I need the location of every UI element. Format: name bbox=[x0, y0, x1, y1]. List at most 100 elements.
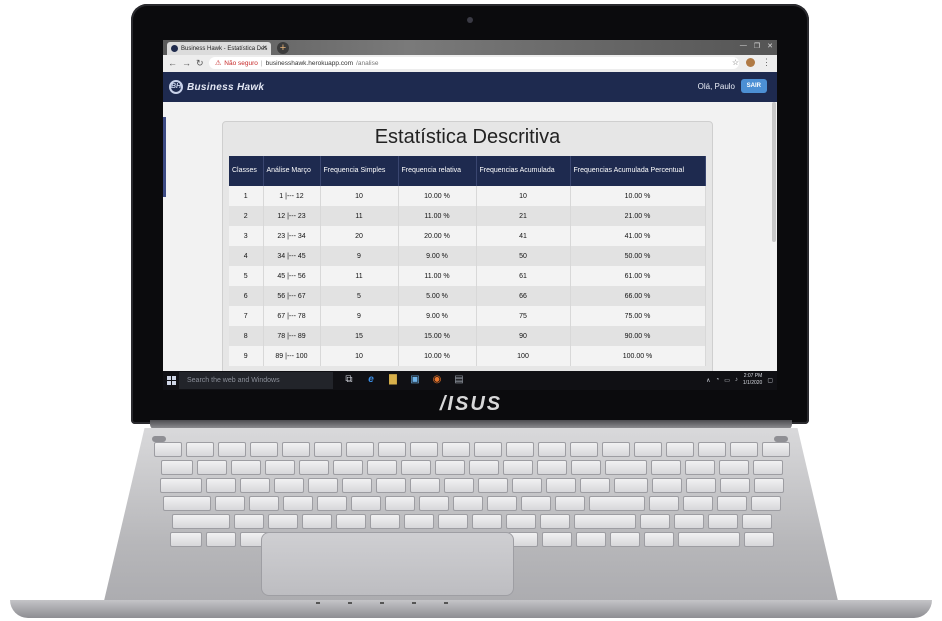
table-cell: 11.00 % bbox=[398, 266, 477, 286]
side-collapse-handle[interactable] bbox=[163, 117, 166, 197]
clock-time: 2:07 PM bbox=[743, 373, 763, 379]
forward-icon[interactable]: → bbox=[182, 58, 191, 68]
table-cell: 10 bbox=[476, 186, 571, 206]
table-cell: 21 bbox=[476, 206, 571, 226]
column-header: Frequencia relativa bbox=[398, 156, 477, 186]
table-cell: 100 bbox=[476, 346, 571, 366]
table-cell: 9.00 % bbox=[398, 246, 477, 266]
volume-icon[interactable]: ♪ bbox=[735, 377, 738, 383]
table-cell: 5 bbox=[320, 286, 399, 306]
table-cell: 6 bbox=[229, 286, 264, 306]
tray-up-arrow-icon[interactable]: ∧ bbox=[706, 377, 710, 384]
address-host: businesshawk.herokuapp.com bbox=[265, 59, 354, 67]
table-cell: 10.00 % bbox=[398, 346, 477, 366]
table-cell: 67 |--- 78 bbox=[263, 306, 321, 326]
user-greeting: Olá, Paulo bbox=[697, 82, 735, 91]
table-cell: 20.00 % bbox=[398, 226, 477, 246]
reload-icon[interactable]: ↻ bbox=[196, 58, 204, 69]
page-scrollbar[interactable] bbox=[772, 102, 776, 242]
clock-date: 1/1/2020 bbox=[742, 380, 763, 386]
frequency-table: Classes Análise Março Frequencia Simples… bbox=[229, 156, 706, 366]
file-explorer-icon[interactable]: ▇ bbox=[387, 374, 399, 386]
new-tab-button[interactable]: + bbox=[277, 42, 289, 54]
windows-start-icon[interactable] bbox=[167, 376, 176, 385]
table-cell: 89 |--- 100 bbox=[263, 346, 321, 366]
table-cell: 2 bbox=[229, 206, 264, 226]
table-cell: 100.00 % bbox=[570, 346, 706, 366]
logout-button[interactable]: SAIR bbox=[740, 79, 767, 93]
table-row: 7 67 |--- 78 9 9.00 % 75 75.00 % bbox=[229, 306, 706, 326]
table-cell: 56 |--- 67 bbox=[263, 286, 321, 306]
table-cell: 78 |--- 89 bbox=[263, 326, 321, 346]
table-cell: 9 bbox=[229, 346, 264, 366]
profile-avatar[interactable] bbox=[746, 58, 755, 67]
laptop-brand-logo: /ISUS bbox=[439, 393, 503, 415]
table-cell: 15 bbox=[320, 326, 399, 346]
browser-menu-icon[interactable]: ⋮ bbox=[762, 57, 771, 68]
column-header: Frequencias Acumulada Percentual bbox=[570, 156, 706, 186]
firefox-icon[interactable]: ◉ bbox=[431, 374, 443, 386]
address-path: /analise bbox=[356, 59, 379, 67]
status-leds bbox=[316, 602, 448, 604]
table-cell: 90.00 % bbox=[570, 326, 706, 346]
browser-tab-bar: Business Hawk - Estatística Des × + — ❐ … bbox=[163, 40, 777, 55]
warning-icon: ⚠ bbox=[215, 60, 222, 67]
table-cell: 9 bbox=[320, 306, 399, 326]
logo-mark-icon: BH bbox=[169, 80, 183, 94]
statistics-card: Estatística Descritiva Classes Análise M… bbox=[222, 121, 713, 390]
system-tray: ∧ ◔ ▭ ♪ 2:07 PM 1/1/2020 ▢ bbox=[706, 373, 773, 387]
table-cell: 50.00 % bbox=[570, 246, 706, 266]
battery-icon[interactable]: ▭ bbox=[724, 377, 730, 384]
webcam bbox=[467, 17, 473, 23]
address-separator: | bbox=[260, 59, 263, 67]
table-cell: 15.00 % bbox=[398, 326, 477, 346]
bookmark-star-icon[interactable]: ☆ bbox=[732, 58, 739, 67]
table-cell: 10 bbox=[320, 186, 399, 206]
table-cell: 3 bbox=[229, 226, 264, 246]
app-logo[interactable]: BH Business Hawk bbox=[169, 80, 264, 94]
column-header: Classes bbox=[229, 156, 264, 186]
trackpad bbox=[261, 532, 514, 596]
table-row: 2 12 |--- 23 11 11.00 % 21 21.00 % bbox=[229, 206, 706, 226]
table-cell: 8 bbox=[229, 326, 264, 346]
table-cell: 12 |--- 23 bbox=[263, 206, 321, 226]
column-header: Análise Março bbox=[263, 156, 321, 186]
laptop-front-edge bbox=[10, 600, 932, 618]
window-controls: — ❐ ✕ bbox=[740, 42, 773, 50]
table-cell: 10.00 % bbox=[570, 186, 706, 206]
store-icon[interactable]: ▣ bbox=[409, 374, 421, 386]
table-row: 11 |--- 12 10 10.00 % 10 10.00 % bbox=[229, 186, 706, 206]
notifications-icon[interactable]: ▢ bbox=[767, 377, 773, 384]
table-cell: 50 bbox=[476, 246, 571, 266]
table-cell: 21.00 % bbox=[570, 206, 706, 226]
page-content: Estatística Descritiva Classes Análise M… bbox=[163, 102, 777, 390]
table-header-row: Classes Análise Março Frequencia Simples… bbox=[229, 156, 706, 186]
table-cell: 1 |--- 12 bbox=[263, 186, 321, 206]
edge-browser-icon[interactable]: e bbox=[365, 374, 377, 386]
browser-tab[interactable]: Business Hawk - Estatística Des × bbox=[167, 42, 271, 55]
close-window-button[interactable]: ✕ bbox=[767, 42, 773, 50]
logo-text: Business Hawk bbox=[187, 81, 265, 93]
column-header: Frequencias Acumulada bbox=[476, 156, 571, 186]
table-cell: 61 bbox=[476, 266, 571, 286]
minimize-button[interactable]: — bbox=[740, 42, 747, 50]
table-cell: 61.00 % bbox=[570, 266, 706, 286]
taskbar-search-box[interactable]: Search the web and Windows bbox=[179, 372, 333, 389]
app-window-icon[interactable]: ▤ bbox=[453, 374, 465, 386]
table-cell: 66.00 % bbox=[570, 286, 706, 306]
network-icon[interactable]: ◔ bbox=[716, 377, 720, 383]
table-cell: 7 bbox=[229, 306, 264, 326]
back-icon[interactable]: ← bbox=[168, 58, 177, 68]
table-cell: 75.00 % bbox=[570, 306, 706, 326]
maximize-button[interactable]: ❐ bbox=[754, 42, 760, 50]
table-cell: 11 bbox=[320, 266, 399, 286]
table-cell: 10.00 % bbox=[398, 186, 477, 206]
table-cell: 5.00 % bbox=[398, 286, 477, 306]
task-view-icon[interactable]: ⧉ bbox=[343, 374, 355, 386]
table-cell: 11.00 % bbox=[398, 206, 477, 226]
column-header: Frequencia Simples bbox=[320, 156, 399, 186]
table-row: 9 89 |--- 100 10 10.00 % 100 100.00 % bbox=[229, 346, 706, 366]
taskbar-clock[interactable]: 2:07 PM 1/1/2020 bbox=[743, 373, 762, 387]
address-bar[interactable]: ⚠ Não seguro | businesshawk.herokuapp.co… bbox=[209, 57, 739, 69]
tab-close-icon[interactable]: × bbox=[262, 43, 267, 52]
